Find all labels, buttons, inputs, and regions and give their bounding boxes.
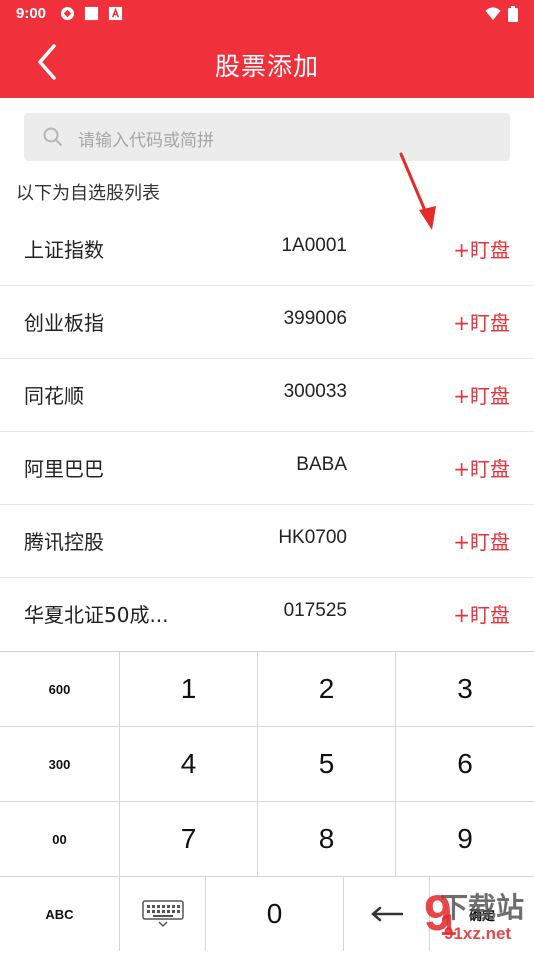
stock-row: 华夏北证50成... 017525 +盯盘 bbox=[0, 577, 534, 650]
key-8[interactable]: 8 bbox=[258, 802, 396, 877]
key-6[interactable]: 6 bbox=[396, 727, 534, 802]
key-1[interactable]: 1 bbox=[120, 652, 258, 727]
stock-row: 腾讯控股 HK0700 +盯盘 bbox=[0, 504, 534, 578]
backspace-icon bbox=[370, 906, 403, 922]
watermark-brand: 下载站 bbox=[440, 891, 525, 924]
watermark-logo: 9 1 下载站 91xz.net bbox=[420, 880, 534, 950]
key-300[interactable]: 300 bbox=[0, 727, 120, 802]
stock-name: 创业板指 bbox=[24, 311, 104, 335]
stock-code: HK0700 bbox=[278, 527, 347, 548]
stock-row: 创业板指 399006 +盯盘 bbox=[0, 285, 534, 359]
stock-code: 017525 bbox=[283, 600, 347, 621]
key-9[interactable]: 9 bbox=[396, 802, 534, 877]
stock-name: 上证指数 bbox=[24, 238, 104, 262]
key-0[interactable]: 0 bbox=[206, 877, 344, 951]
stock-name: 华夏北证50成... bbox=[24, 603, 169, 627]
key-7[interactable]: 7 bbox=[120, 802, 258, 877]
stock-name: 同花顺 bbox=[24, 384, 84, 408]
stock-name: 阿里巴巴 bbox=[24, 457, 104, 481]
annotation-arrow-icon bbox=[399, 152, 436, 230]
search-placeholder: 请输入代码或简拼 bbox=[78, 131, 214, 151]
watch-button[interactable]: +盯盘 bbox=[453, 380, 510, 409]
stock-row: 阿里巴巴 BABA +盯盘 bbox=[0, 431, 534, 505]
watch-button[interactable]: +盯盘 bbox=[453, 599, 510, 628]
key-00[interactable]: 00 bbox=[0, 802, 120, 877]
app-notification-icon bbox=[60, 6, 75, 21]
stock-code: 399006 bbox=[283, 308, 347, 329]
wifi-icon bbox=[485, 7, 501, 21]
status-bar: 9:00 bbox=[0, 0, 534, 28]
app-bar: 股票添加 bbox=[0, 28, 534, 98]
key-5[interactable]: 5 bbox=[258, 727, 396, 802]
search-icon bbox=[43, 127, 62, 146]
square-notification-icon bbox=[84, 6, 99, 21]
key-abc[interactable]: ABC bbox=[0, 877, 120, 951]
key-600[interactable]: 600 bbox=[0, 652, 120, 727]
section-label: 以下为自选股列表 bbox=[16, 183, 160, 204]
hide-keyboard-button[interactable] bbox=[120, 877, 206, 951]
status-time: 9:00 bbox=[16, 5, 47, 22]
watch-button[interactable]: +盯盘 bbox=[453, 307, 510, 336]
stock-code: 1A0001 bbox=[281, 235, 347, 256]
stock-row: 同花顺 300033 +盯盘 bbox=[0, 358, 534, 432]
keyboard-icon bbox=[141, 900, 184, 928]
page-title: 股票添加 bbox=[214, 52, 319, 81]
backspace-button[interactable] bbox=[344, 877, 430, 951]
stock-code: BABA bbox=[296, 454, 347, 475]
stock-code: 300033 bbox=[283, 381, 347, 402]
stock-row: 上证指数 1A0001 +盯盘 bbox=[0, 212, 534, 286]
key-2[interactable]: 2 bbox=[258, 652, 396, 727]
watch-button[interactable]: +盯盘 bbox=[453, 234, 510, 263]
key-4[interactable]: 4 bbox=[120, 727, 258, 802]
watermark-url: 91xz.net bbox=[444, 924, 512, 943]
battery-icon bbox=[508, 6, 518, 22]
stock-name: 腾讯控股 bbox=[24, 530, 104, 554]
watch-button[interactable]: +盯盘 bbox=[453, 453, 510, 482]
watch-button[interactable]: +盯盘 bbox=[453, 526, 510, 555]
key-3[interactable]: 3 bbox=[396, 652, 534, 727]
font-notification-icon bbox=[108, 6, 123, 21]
